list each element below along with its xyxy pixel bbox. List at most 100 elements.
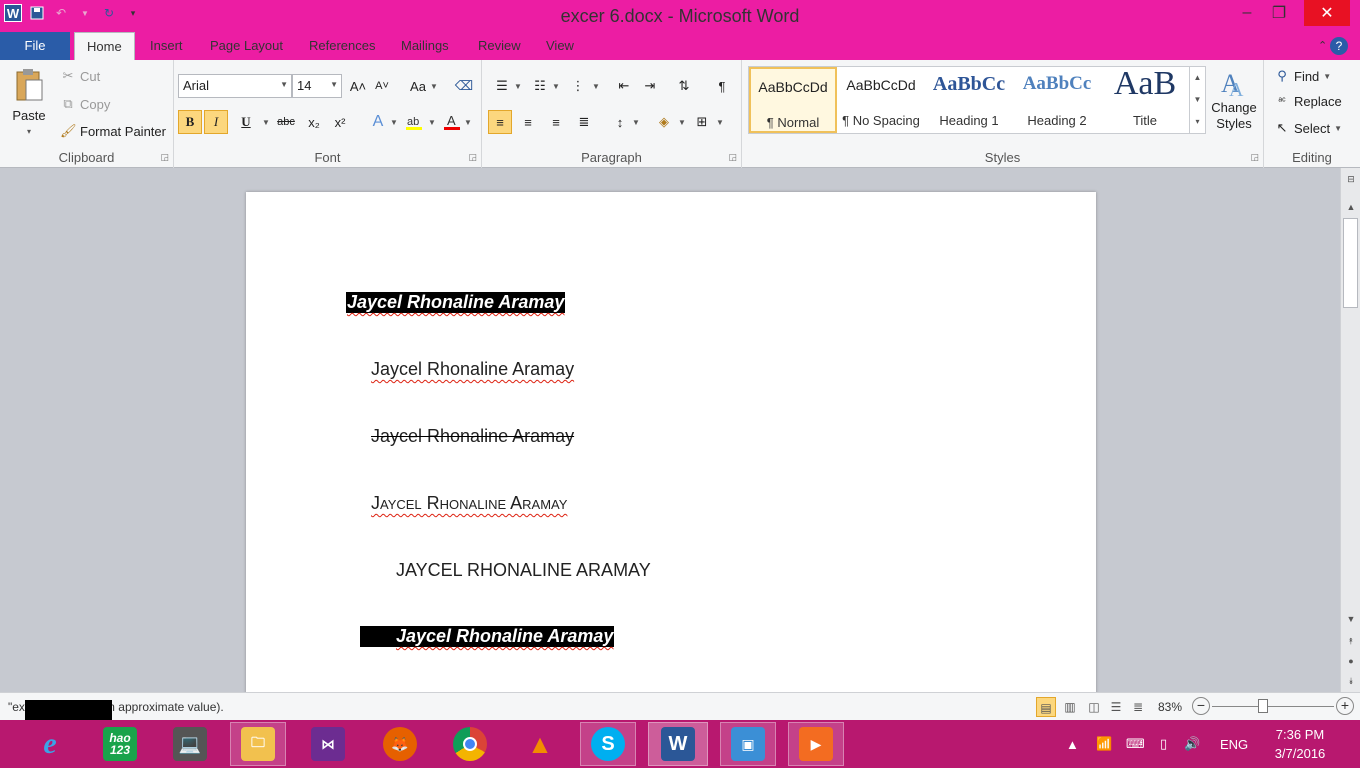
- media-player-icon[interactable]: ▶: [788, 722, 844, 766]
- grow-font-button[interactable]: A˄: [346, 74, 370, 98]
- font-size-combo[interactable]: 14 ▼: [292, 74, 342, 98]
- doc-line-3[interactable]: Jaycel Rhonaline Aramay: [371, 426, 574, 447]
- document-area[interactable]: Jaycel Rhonaline Aramay Jaycel Rhonaline…: [0, 168, 1340, 692]
- format-painter-button[interactable]: 🖌 Format Painter: [60, 123, 166, 139]
- borders-icon[interactable]: ⊞: [690, 110, 714, 134]
- scroll-up-icon[interactable]: ▲: [1341, 198, 1360, 216]
- tab-mailings[interactable]: Mailings: [389, 32, 461, 60]
- zoom-in-icon[interactable]: +: [1336, 697, 1354, 715]
- scroll-down-icon[interactable]: ▼: [1341, 610, 1360, 628]
- clipboard-launcher-icon[interactable]: ◲: [160, 152, 169, 163]
- style-normal[interactable]: AaBbCcDd ¶ Normal: [749, 67, 837, 133]
- align-right-icon[interactable]: ≡: [544, 110, 568, 134]
- ie-icon[interactable]: e: [22, 722, 78, 766]
- tab-view[interactable]: View: [534, 32, 586, 60]
- browse-object-icon[interactable]: ●: [1341, 652, 1360, 670]
- doc-line-4[interactable]: Jaycel Rhonaline Aramay: [371, 493, 567, 514]
- network-signal-icon[interactable]: 📶: [1096, 720, 1112, 768]
- increase-indent-icon[interactable]: ⇥: [638, 74, 662, 98]
- line-spacing-icon[interactable]: ↕: [608, 110, 632, 134]
- highlight-icon[interactable]: ab: [402, 110, 426, 134]
- style-heading-2[interactable]: AaBbCc Heading 2: [1013, 67, 1101, 133]
- style-title[interactable]: AaB Title: [1101, 65, 1189, 133]
- paste-button[interactable]: Paste ▾: [8, 68, 50, 136]
- previous-page-icon[interactable]: ⯭: [1341, 632, 1360, 650]
- superscript-button[interactable]: x²: [328, 110, 352, 134]
- doc-line-1[interactable]: Jaycel Rhonaline Aramay: [346, 292, 566, 313]
- draft-icon[interactable]: ≣: [1128, 697, 1148, 717]
- align-center-icon[interactable]: ≡: [516, 110, 540, 134]
- show-formatting-button[interactable]: ¶: [710, 74, 734, 98]
- doc-line-6[interactable]: Jaycel Rhonaline Aramay: [360, 626, 615, 647]
- strikethrough-button[interactable]: abc: [274, 110, 298, 134]
- show-hidden-icons[interactable]: ▲: [1066, 720, 1079, 768]
- font-launcher-icon[interactable]: ◲: [468, 152, 477, 163]
- visual-studio-icon[interactable]: ⋈: [300, 722, 356, 766]
- hao123-icon[interactable]: hao 123: [92, 722, 148, 766]
- underline-button[interactable]: U: [234, 110, 258, 134]
- tab-review[interactable]: Review: [466, 32, 533, 60]
- tab-page-layout[interactable]: Page Layout: [198, 32, 295, 60]
- help-icon[interactable]: ?: [1330, 37, 1348, 55]
- copy-button[interactable]: ⧉ Copy: [60, 96, 110, 112]
- font-family-combo[interactable]: Arial ▼: [178, 74, 292, 98]
- scroll-down-icon[interactable]: ▼: [1190, 89, 1205, 111]
- minimize-button[interactable]: –: [1232, 0, 1262, 26]
- paragraph-launcher-icon[interactable]: ◲: [728, 152, 737, 163]
- multilevel-list-icon[interactable]: ⋮: [566, 74, 590, 98]
- tab-home[interactable]: Home: [74, 32, 135, 60]
- word-icon[interactable]: W: [648, 722, 708, 766]
- zoom-slider[interactable]: [1212, 706, 1334, 707]
- zoom-level[interactable]: 83%: [1158, 700, 1182, 714]
- scrollbar-thumb[interactable]: [1343, 218, 1358, 308]
- full-screen-reading-icon[interactable]: ▥: [1060, 697, 1080, 717]
- zoom-slider-knob[interactable]: [1258, 699, 1268, 713]
- ruler-toggle-icon[interactable]: ⊟: [1341, 170, 1360, 188]
- vertical-scrollbar[interactable]: ⊟ ▲ ▼ ⯭ ● ⯯: [1340, 168, 1360, 692]
- firefox-icon[interactable]: 🦊: [372, 722, 428, 766]
- document-page[interactable]: Jaycel Rhonaline Aramay Jaycel Rhonaline…: [246, 192, 1096, 692]
- outline-icon[interactable]: ☰: [1106, 697, 1126, 717]
- scroll-up-icon[interactable]: ▲: [1190, 67, 1205, 89]
- replace-button[interactable]: ᵃᶜ Replace: [1274, 94, 1341, 109]
- numbering-icon[interactable]: ☷: [528, 74, 552, 98]
- close-button[interactable]: ✕: [1304, 0, 1350, 26]
- laptop-icon[interactable]: 💻: [162, 722, 218, 766]
- chrome-icon[interactable]: [442, 722, 498, 766]
- keyboard-icon[interactable]: ⌨: [1126, 720, 1145, 768]
- file-explorer-icon[interactable]: 🗀: [230, 722, 286, 766]
- font-color-icon[interactable]: A: [440, 110, 464, 134]
- volume-icon[interactable]: 🔊: [1184, 720, 1200, 768]
- shading-icon[interactable]: ◈: [652, 110, 676, 134]
- tab-file[interactable]: File: [0, 32, 70, 60]
- select-button[interactable]: ↖ Select ▼: [1274, 120, 1343, 136]
- bullets-icon[interactable]: ☰: [490, 74, 514, 98]
- change-styles-button[interactable]: AA Change Styles: [1210, 68, 1258, 132]
- tab-insert[interactable]: Insert: [138, 32, 195, 60]
- align-left-icon[interactable]: ≡: [488, 110, 512, 134]
- photos-icon[interactable]: ▣: [720, 722, 776, 766]
- more-styles-icon[interactable]: ▾: [1190, 111, 1205, 133]
- clear-formatting-icon[interactable]: ⌫: [452, 74, 476, 98]
- skype-icon[interactable]: S: [580, 722, 636, 766]
- decrease-indent-icon[interactable]: ⇤: [612, 74, 636, 98]
- doc-line-2[interactable]: Jaycel Rhonaline Aramay: [371, 359, 574, 380]
- doc-line-5[interactable]: JAYCEL RHONALINE ARAMAY: [396, 560, 651, 581]
- language-indicator[interactable]: ENG: [1220, 720, 1248, 768]
- style-no-spacing[interactable]: AaBbCcDd ¶ No Spacing: [837, 67, 925, 133]
- tab-references[interactable]: References: [297, 32, 387, 60]
- vlc-icon[interactable]: ▲: [512, 722, 568, 766]
- clock[interactable]: 7:36 PM 3/7/2016: [1268, 725, 1332, 763]
- cut-button[interactable]: ✂ Cut: [60, 68, 101, 84]
- web-layout-icon[interactable]: ◫: [1084, 697, 1104, 717]
- print-layout-icon[interactable]: ▤: [1036, 697, 1056, 717]
- styles-launcher-icon[interactable]: ◲: [1250, 152, 1259, 163]
- change-case-button[interactable]: Aa: [406, 74, 430, 98]
- style-heading-1[interactable]: AaBbCc Heading 1: [925, 67, 1013, 133]
- sort-icon[interactable]: ⇅: [672, 74, 696, 98]
- justify-icon[interactable]: ≣: [572, 110, 596, 134]
- shrink-font-button[interactable]: A˅: [370, 74, 394, 98]
- battery-icon[interactable]: ▯: [1160, 720, 1167, 768]
- italic-button[interactable]: I: [204, 110, 228, 134]
- next-page-icon[interactable]: ⯯: [1341, 672, 1360, 690]
